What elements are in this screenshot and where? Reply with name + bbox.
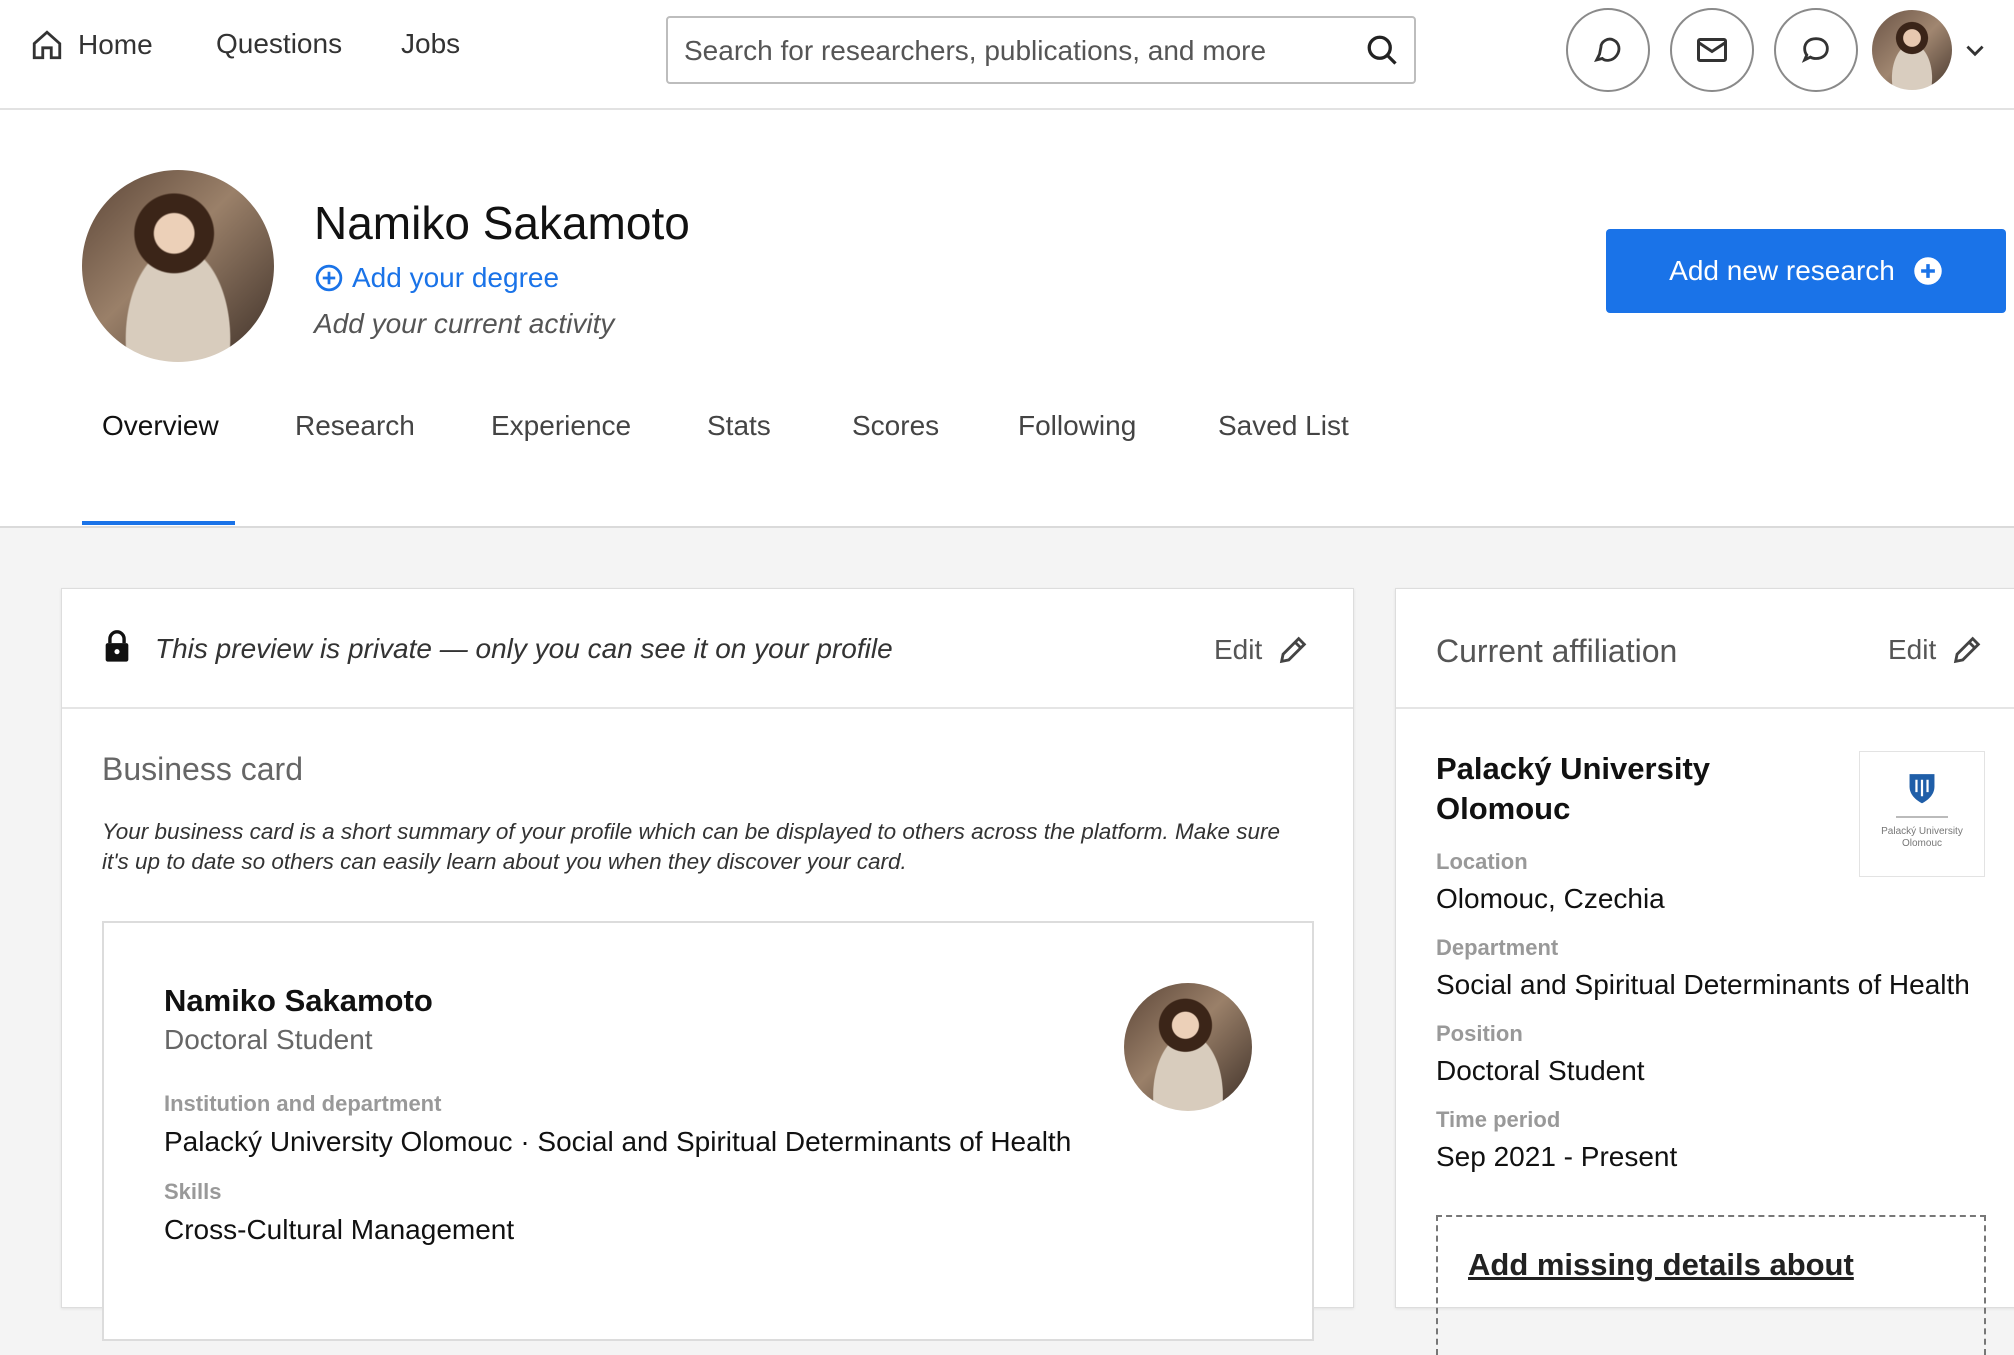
plus-circle-icon xyxy=(315,264,343,292)
nav-home[interactable]: Home xyxy=(30,28,153,62)
institution-value: Palacký University Olomouc · Social and … xyxy=(164,1126,1072,1157)
business-card-avatar xyxy=(1124,983,1252,1111)
add-missing-details-link[interactable]: Add missing details about xyxy=(1468,1247,1854,1283)
position-value: Doctoral Student xyxy=(1436,1055,1645,1086)
business-card-description: Your business card is a short summary of… xyxy=(102,819,1281,874)
edit-affiliation-button[interactable]: Edit xyxy=(1888,633,1984,667)
active-tab-indicator xyxy=(82,521,235,525)
nav-questions[interactable]: Questions xyxy=(216,28,342,60)
current-affiliation-panel: Current affiliation Edit Palacký Univers… xyxy=(1395,588,2014,1355)
logo-divider xyxy=(1896,816,1948,818)
tab-research[interactable]: Research xyxy=(295,410,415,442)
pencil-icon xyxy=(1280,636,1307,664)
add-degree-label: Add your degree xyxy=(352,262,560,293)
university-crest-icon xyxy=(1909,774,1935,804)
edit-label: Edit xyxy=(1214,634,1263,665)
privacy-notice-header: This preview is private — only you can s… xyxy=(62,589,1353,709)
messages-button[interactable] xyxy=(1670,8,1754,92)
logo-text: Palacký University Olomouc xyxy=(1881,826,1963,849)
affiliation-header: Current affiliation Edit xyxy=(1396,589,2014,709)
add-new-research-button[interactable]: Add new research xyxy=(1606,229,2006,313)
skills-value: Cross-Cultural Management xyxy=(164,1214,515,1245)
affiliation-institution: Palacký University Olomouc xyxy=(1436,751,1711,826)
current-activity-link[interactable]: Add your current activity xyxy=(314,308,614,340)
profile-header: Namiko Sakamoto Add your degree Add your… xyxy=(0,110,2014,528)
chat-button[interactable] xyxy=(1774,8,1858,92)
chevron-down-icon[interactable] xyxy=(1962,38,1988,64)
skills-label: Skills xyxy=(164,1179,222,1204)
pencil-icon xyxy=(1954,636,1981,664)
tab-experience[interactable]: Experience xyxy=(491,410,631,442)
home-icon xyxy=(32,30,62,60)
plus-circle-icon xyxy=(1914,257,1942,285)
missing-details-box: Add missing details about xyxy=(1436,1215,1986,1355)
department-value: Social and Spiritual Determinants of Hea… xyxy=(1436,969,1970,1000)
notifications-button[interactable] xyxy=(1566,8,1650,92)
search-input[interactable] xyxy=(682,18,1346,84)
notifications-icon xyxy=(1594,37,1621,63)
business-card-role: Doctoral Student xyxy=(164,1024,373,1055)
department-label: Department xyxy=(1436,935,1559,960)
tab-saved-list[interactable]: Saved List xyxy=(1218,410,1349,442)
location-value: Olomouc, Czechia xyxy=(1436,883,1665,914)
profile-avatar[interactable] xyxy=(82,170,274,362)
add-degree-link[interactable]: Add your degree xyxy=(314,262,559,294)
tab-scores[interactable]: Scores xyxy=(852,410,939,442)
business-card-name: Namiko Sakamoto xyxy=(164,983,433,1018)
privacy-notice-text: This preview is private — only you can s… xyxy=(155,633,893,664)
university-logo: Palacký University Olomouc xyxy=(1859,751,1985,877)
mail-icon xyxy=(1697,38,1727,62)
tab-overview[interactable]: Overview xyxy=(102,410,219,442)
add-new-research-label: Add new research xyxy=(1669,255,1895,286)
location-label: Location xyxy=(1436,849,1528,874)
user-avatar-menu[interactable] xyxy=(1872,10,1952,90)
edit-label: Edit xyxy=(1888,634,1937,665)
search-icon[interactable] xyxy=(1364,32,1400,68)
top-navigation-bar: Home Questions Jobs xyxy=(0,0,2014,110)
nav-home-label: Home xyxy=(78,29,153,60)
time-period-label: Time period xyxy=(1436,1107,1561,1132)
business-card-preview: Namiko Sakamoto Doctoral Student Institu… xyxy=(102,921,1314,1341)
time-period-value: Sep 2021 - Present xyxy=(1436,1141,1678,1172)
chat-icon xyxy=(1801,37,1829,63)
profile-name: Namiko Sakamoto xyxy=(314,197,690,249)
business-card-title: Business card xyxy=(102,751,303,787)
affiliation-title: Current affiliation xyxy=(1436,633,1678,669)
position-label: Position xyxy=(1436,1021,1523,1046)
tab-following[interactable]: Following xyxy=(1018,410,1136,442)
edit-business-card-button[interactable]: Edit xyxy=(1214,633,1310,667)
lock-icon xyxy=(105,630,129,662)
search-box xyxy=(666,16,1416,84)
tab-stats[interactable]: Stats xyxy=(707,410,771,442)
nav-jobs[interactable]: Jobs xyxy=(401,28,460,60)
business-card-panel: This preview is private — only you can s… xyxy=(61,588,1354,1341)
institution-label: Institution and department xyxy=(164,1091,442,1116)
